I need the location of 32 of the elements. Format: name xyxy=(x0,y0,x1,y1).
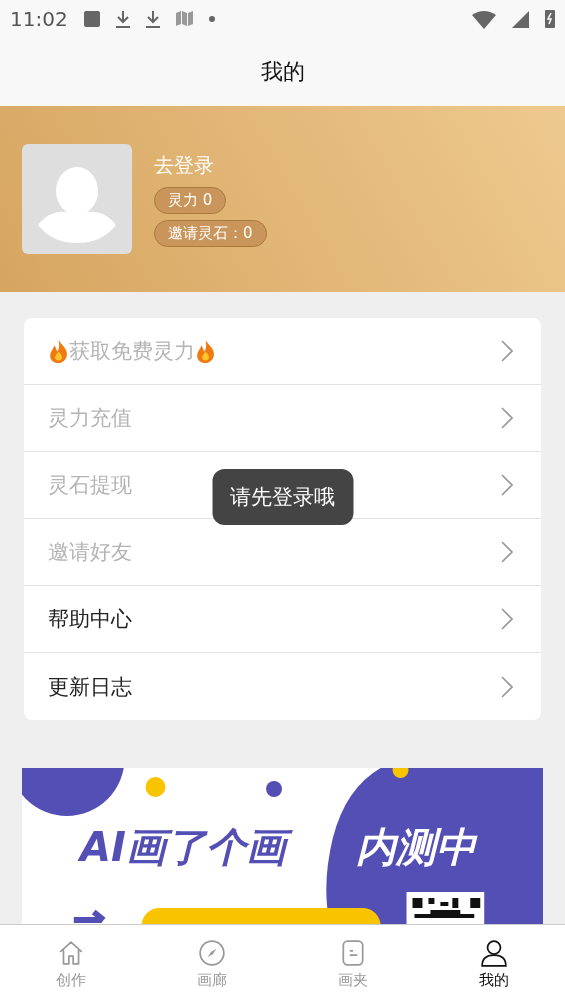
flame-icon xyxy=(48,338,69,364)
tab-item[interactable]: 画夹 xyxy=(282,925,424,1004)
menu-item[interactable]: 帮助中心 xyxy=(24,586,541,653)
dot-icon xyxy=(208,16,215,22)
toast-message: 请先登录哦 xyxy=(212,469,353,525)
tab-item[interactable]: 创作 xyxy=(0,925,142,1004)
map-icon xyxy=(175,11,193,27)
chevron-right-icon xyxy=(501,541,513,563)
tab-item[interactable]: 我的 xyxy=(423,925,565,1004)
person-icon xyxy=(480,939,509,967)
menu-item[interactable]: 更新日志 xyxy=(24,653,541,720)
login-link[interactable]: 去登录 xyxy=(154,151,214,179)
signal-icon xyxy=(512,10,529,28)
tab-item[interactable]: 画廊 xyxy=(141,925,283,1004)
wifi-icon xyxy=(472,9,496,29)
app-notification-icon xyxy=(83,11,100,27)
flame-icon xyxy=(195,338,216,364)
chevron-right-icon xyxy=(501,675,513,698)
chevron-right-icon xyxy=(501,407,513,429)
chevron-right-icon xyxy=(501,608,513,630)
status-time: 11:02 xyxy=(10,7,68,31)
compass-icon xyxy=(197,939,226,967)
chevron-right-icon xyxy=(501,340,513,362)
balance-badge: 灵力 0 xyxy=(154,186,227,214)
download-icon xyxy=(145,10,160,28)
avatar-icon[interactable] xyxy=(22,144,132,254)
balance-badge: 邀请灵石：0 xyxy=(154,219,267,247)
banner-title: AI画了个画 xyxy=(76,820,296,875)
download-icon xyxy=(115,10,130,28)
battery-icon xyxy=(545,10,555,28)
page-title: 我的 xyxy=(260,58,305,86)
chevron-right-icon xyxy=(501,474,513,496)
